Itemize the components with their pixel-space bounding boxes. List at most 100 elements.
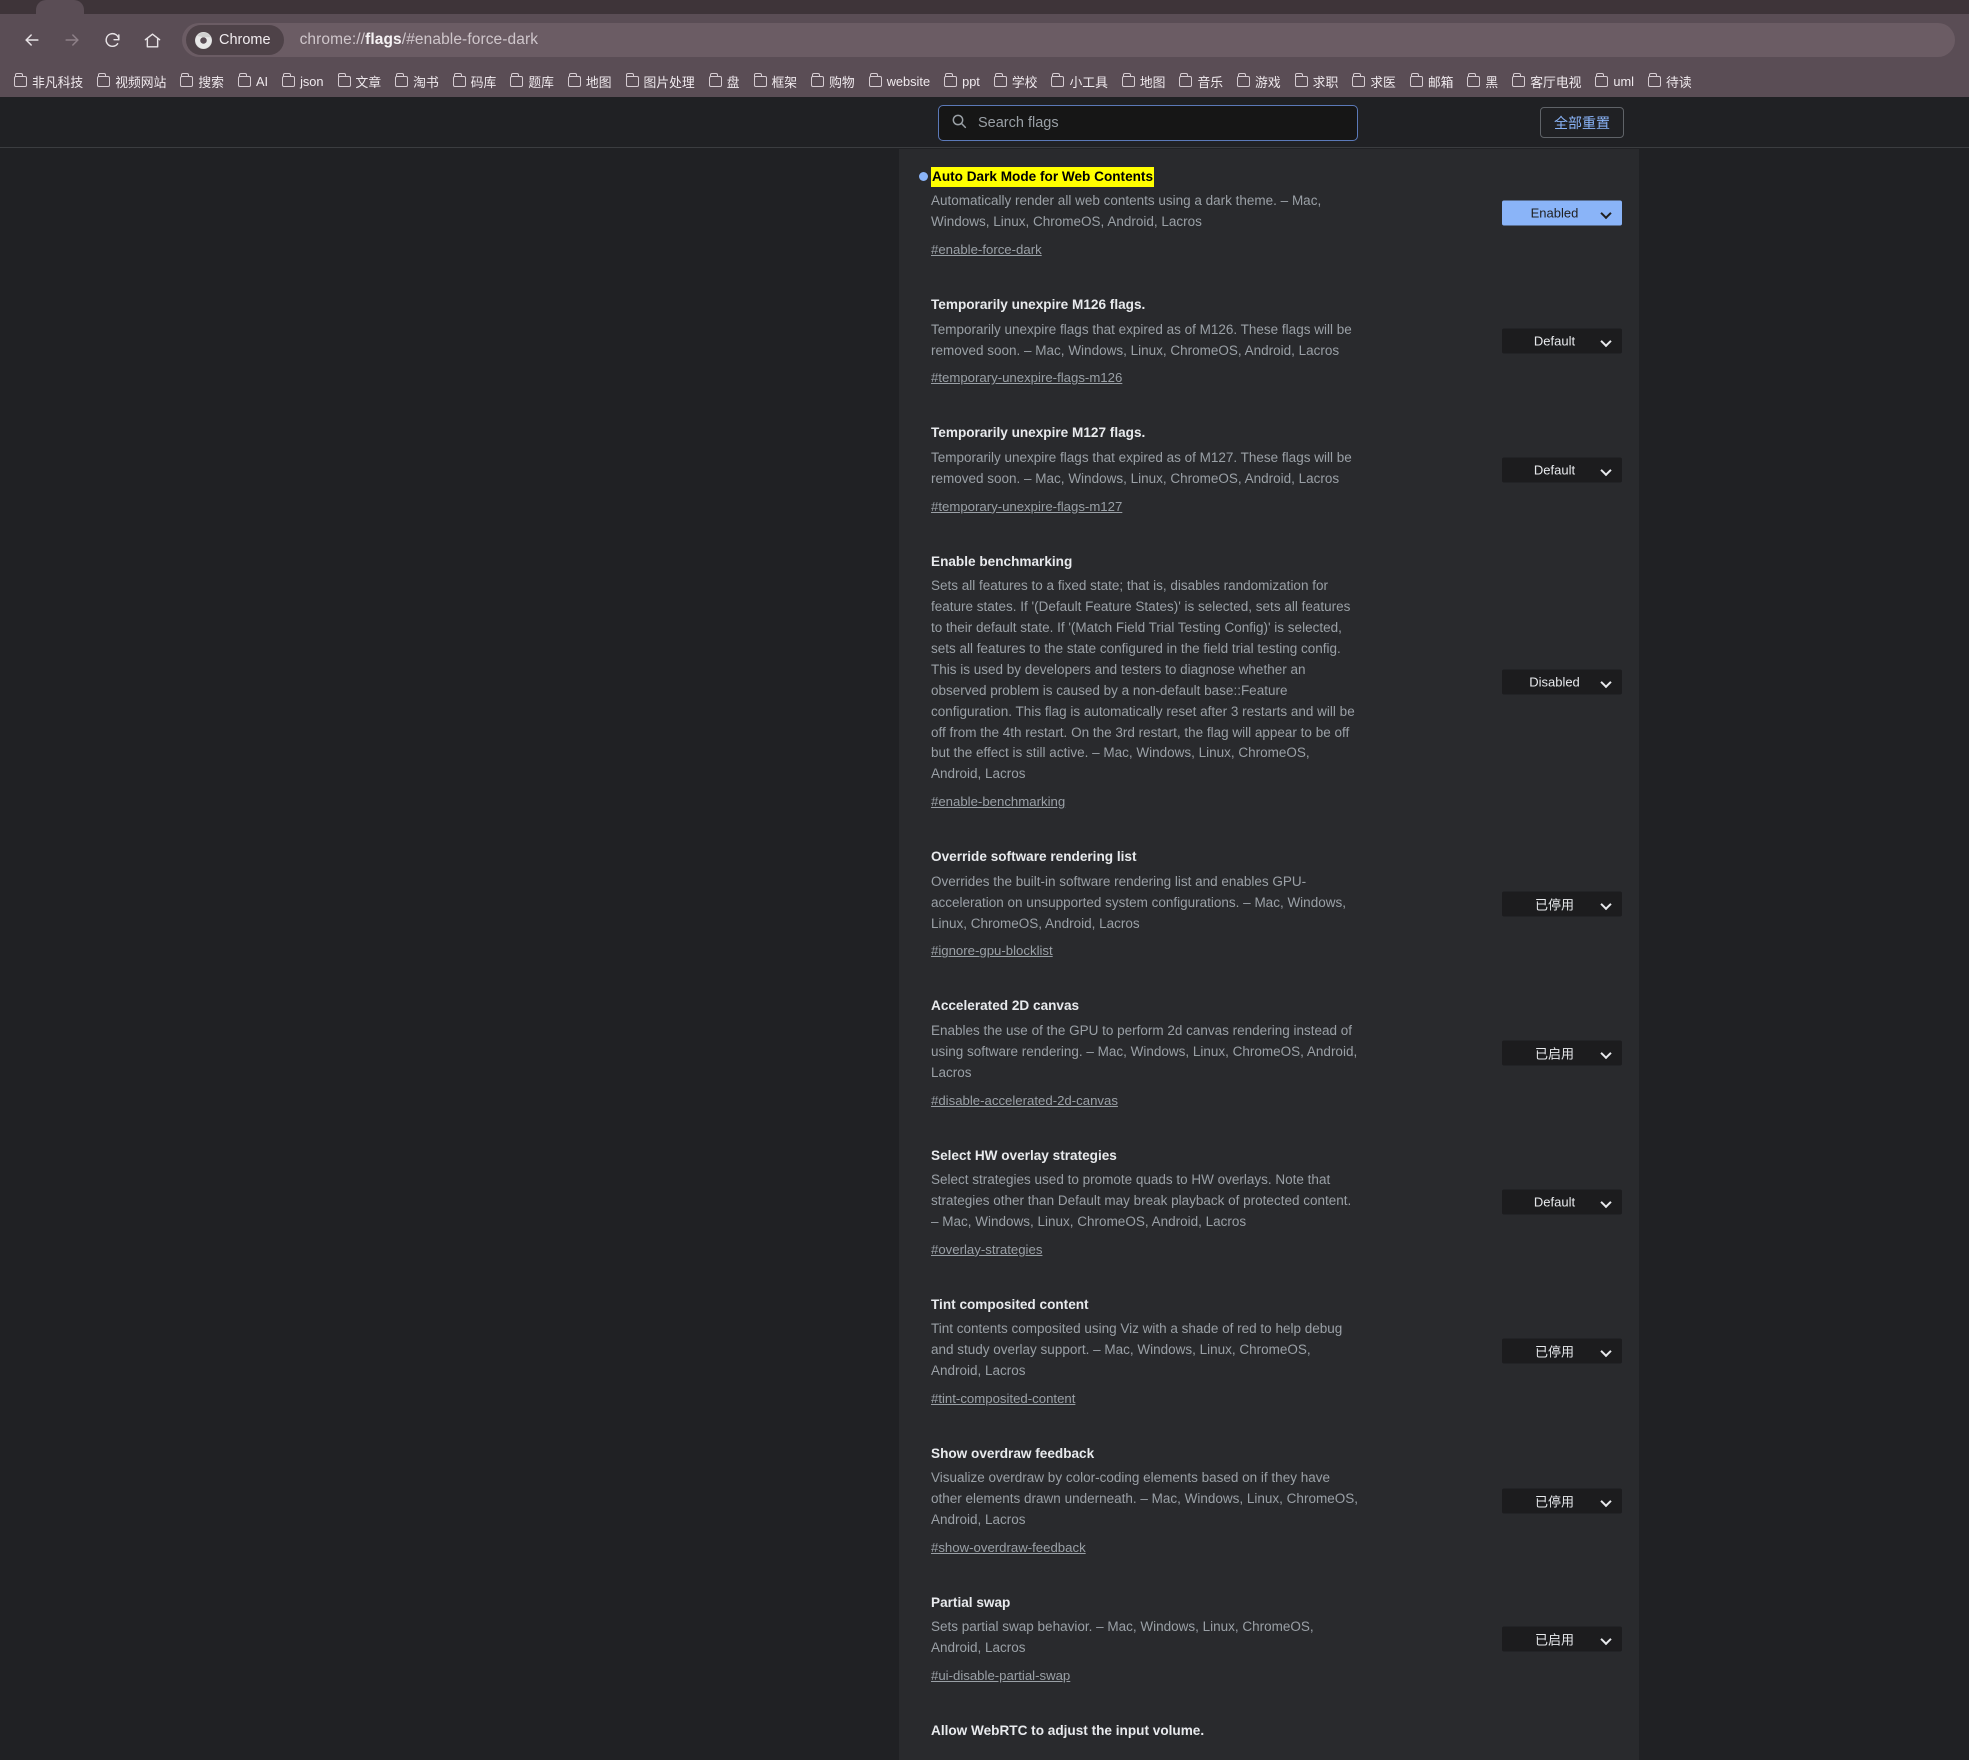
bookmark-item[interactable]: 游戏 [1230,69,1288,94]
flag-title: Tint composited content [931,1296,1089,1312]
flag-state-select[interactable]: Enabled [1502,200,1622,226]
flag-permalink[interactable]: #temporary-unexpire-flags-m126 [931,370,1122,385]
url-host: flags [365,31,402,48]
flag-permalink[interactable]: #disable-accelerated-2d-canvas [931,1093,1118,1108]
bookmark-item[interactable]: 码库 [446,69,504,94]
forward-arrow-icon[interactable] [54,22,90,58]
experiments-list: Auto Dark Mode for Web Contents Automatic… [899,149,1639,1760]
bookmark-item[interactable]: 文章 [331,69,389,94]
bookmark-item[interactable]: 地图 [561,69,619,94]
bookmark-item[interactable]: 求医 [1345,69,1403,94]
flag-state-value: Default [1533,462,1576,478]
chrome-chip[interactable]: Chrome [186,25,284,55]
chevron-down-icon [1601,898,1612,909]
flag-state-select[interactable]: Default [1502,1189,1622,1215]
bookmark-item[interactable]: json [275,71,330,92]
reset-all-button[interactable]: 全部重置 [1540,107,1624,138]
bookmark-item[interactable]: 盘 [702,69,747,94]
chevron-down-icon [1601,464,1612,475]
bookmark-item[interactable]: ppt [937,71,987,92]
flag-state-value: Disabled [1529,674,1580,689]
folder-icon [1237,73,1251,87]
flag-state-value: 已停用 [1534,1344,1574,1360]
bookmark-label: 购物 [829,75,855,90]
search-flags-box[interactable] [938,105,1358,141]
bookmark-label: 地图 [1139,75,1166,90]
bookmark-item[interactable]: 音乐 [1172,69,1230,94]
bookmark-item[interactable]: uml [1588,71,1641,92]
bookmark-item[interactable]: 淘书 [388,69,446,94]
bookmark-item[interactable]: 黑 [1460,69,1505,94]
omnibox[interactable]: Chrome chrome://flags/#enable-force-dark [182,23,1955,57]
folder-icon [1512,73,1526,87]
flag-permalink[interactable]: #show-overdraw-feedback [931,1540,1086,1555]
bookmark-item[interactable]: AI [231,71,275,92]
bookmark-item[interactable]: 客厅电视 [1505,69,1588,94]
flags-page: 全部重置 Auto Dark Mode for Web ContentsAuto… [0,97,1969,1760]
flag-row: Partial swap Sets partial swap behavior. … [899,1575,1639,1703]
flag-permalink[interactable]: #tint-composited-content [931,1391,1075,1406]
bookmark-label: 搜索 [198,75,224,90]
flag-state-value: Default [1533,333,1576,349]
reload-icon[interactable] [94,22,130,58]
bookmark-item[interactable]: 框架 [747,69,805,94]
bookmark-label: 非凡科技 [32,75,84,90]
bookmark-item[interactable]: 图片处理 [619,69,702,94]
flag-state-select[interactable]: 已停用 [1502,1338,1622,1364]
bookmark-item[interactable]: 题库 [503,69,561,94]
chevron-down-icon [1601,1634,1612,1645]
flag-text-block: Partial swap Sets partial swap behavior. … [931,1593,1361,1685]
flag-state-select[interactable]: Disabled [1502,669,1622,694]
browser-tab[interactable] [36,0,84,14]
bookmark-item[interactable]: 邮箱 [1403,69,1461,94]
home-icon[interactable] [134,22,170,58]
flag-state-select[interactable]: Default [1502,328,1622,354]
bookmark-label: 淘书 [413,75,439,90]
folder-icon [567,73,581,87]
flag-state-select[interactable]: Default [1502,457,1622,483]
folder-icon [282,73,296,87]
flag-state-select[interactable]: 已停用 [1502,891,1622,917]
chevron-down-icon [1601,676,1612,687]
bookmark-item[interactable]: 小工具 [1044,69,1114,94]
flag-state-value: 已启用 [1534,1046,1574,1062]
chevron-down-icon [1601,1197,1612,1208]
bookmark-item[interactable]: 待读 [1641,69,1699,94]
bookmark-item[interactable]: 视频网站 [90,69,173,94]
flag-permalink[interactable]: #enable-benchmarking [931,794,1065,809]
flag-permalink[interactable]: #ignore-gpu-blocklist [931,943,1053,958]
folder-icon [993,73,1007,87]
flag-permalink[interactable]: #enable-force-dark [931,242,1042,257]
flag-state-select[interactable]: 已启用 [1502,1040,1622,1066]
bookmark-item[interactable]: 购物 [804,69,862,94]
bookmark-item[interactable]: 搜索 [173,69,231,94]
bookmark-label: json [300,74,324,89]
folder-icon [14,73,27,87]
flag-text-block: Auto Dark Mode for Web Contents Automatic… [931,167,1361,259]
bookmark-item[interactable]: 求职 [1288,69,1346,94]
bookmark-label: 视频网站 [115,75,167,90]
browser-toolbar: Chrome chrome://flags/#enable-force-dark [0,14,1969,66]
chevron-down-icon [1601,208,1612,219]
bookmark-item[interactable]: 非凡科技 [7,69,90,94]
flag-state-value: 已停用 [1534,1494,1574,1510]
bookmark-item[interactable]: website [862,71,937,92]
flag-description: Tint contents composited using Viz with … [931,1321,1343,1379]
bookmark-item[interactable]: 地图 [1115,69,1173,94]
flag-permalink[interactable]: #overlay-strategies [931,1242,1042,1257]
folder-icon [753,73,767,87]
flag-row: Select HW overlay strategies Select strat… [899,1128,1639,1277]
folder-icon [1352,73,1366,87]
flag-permalink[interactable]: #temporary-unexpire-flags-m127 [931,499,1122,514]
bookmark-item[interactable]: 学校 [987,69,1045,94]
flag-row: Temporarily unexpire M126 flags. Temporar… [899,277,1639,405]
folder-icon [510,73,524,87]
flag-permalink[interactable]: #ui-disable-partial-swap [931,1668,1070,1683]
bookmark-label: 黑 [1485,75,1499,90]
flag-state-select[interactable]: 已停用 [1502,1488,1622,1514]
back-arrow-icon[interactable] [14,22,50,58]
bookmarks-bar: 非凡科技 视频网站 搜索 AI json 文章 淘书 码库 题库 地图 图片处理 盘 框架 购物 websi… [0,66,1969,97]
flag-state-select[interactable]: 已启用 [1502,1626,1622,1652]
flag-title: Auto Dark Mode for Web Contents [931,167,1155,188]
search-input[interactable] [978,115,1345,131]
